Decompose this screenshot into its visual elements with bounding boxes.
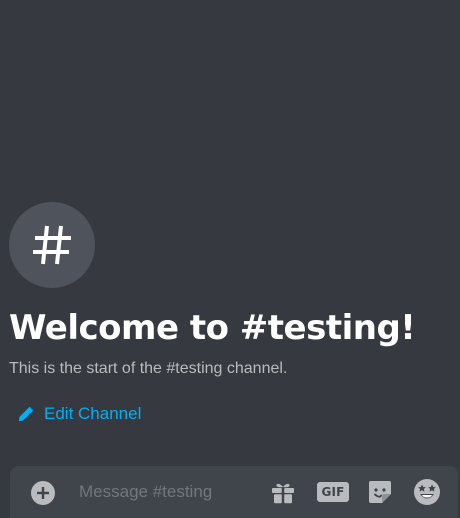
plus-circle-icon[interactable] (31, 481, 55, 505)
gif-button[interactable]: GIF (317, 478, 349, 506)
message-input[interactable]: Message #testing (79, 480, 212, 504)
sticker-button[interactable] (365, 478, 395, 506)
emoji-icon (414, 479, 440, 505)
channel-welcome-header: Welcome to #testing! This is the start o… (9, 202, 449, 380)
gift-button[interactable] (268, 478, 298, 506)
gift-icon (272, 483, 294, 504)
message-composer: Message #testing GIF (10, 466, 458, 518)
emoji-button[interactable] (412, 478, 442, 506)
pencil-icon (18, 406, 34, 422)
welcome-subtitle: This is the start of the #testing channe… (9, 360, 288, 377)
channel-hash-icon (9, 202, 95, 288)
welcome-title: Welcome to #testing! (9, 308, 416, 348)
edit-channel-label: Edit Channel (44, 404, 142, 423)
sticker-icon (369, 481, 391, 503)
edit-channel-button[interactable]: Edit Channel (17, 402, 141, 426)
gif-label: GIF (317, 482, 349, 502)
